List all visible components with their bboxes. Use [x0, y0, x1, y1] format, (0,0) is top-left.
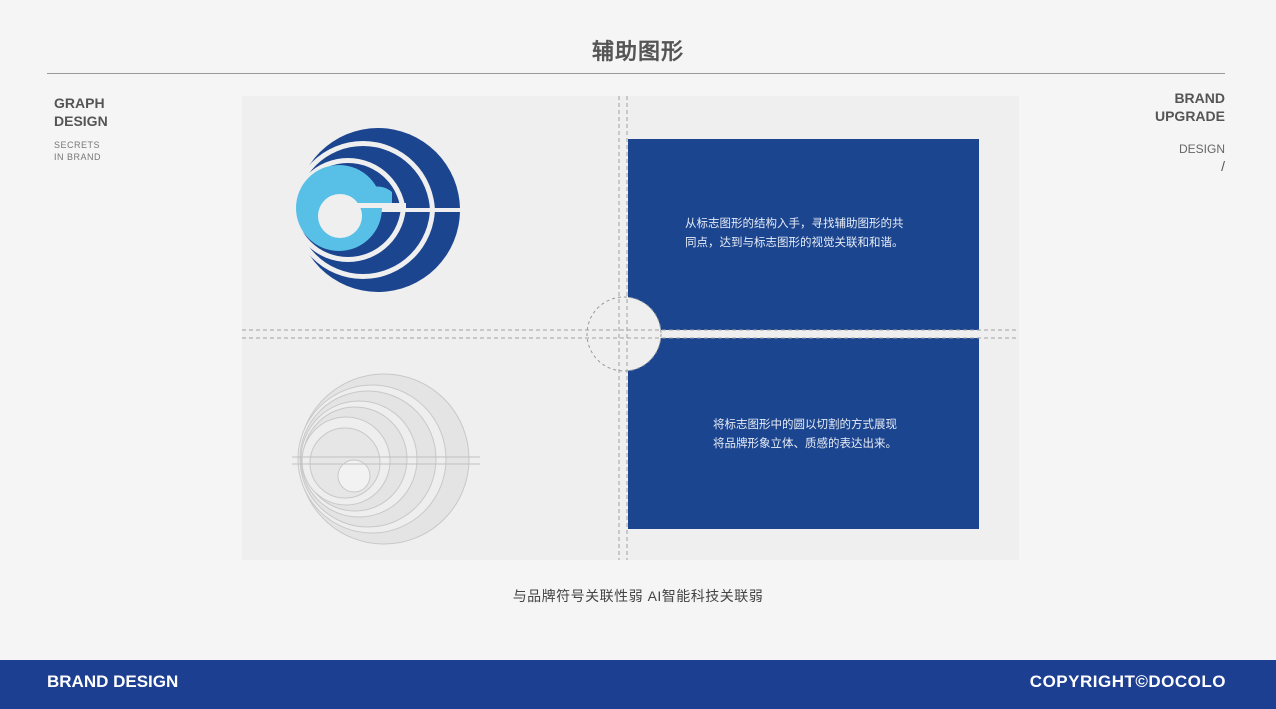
header-divider — [47, 73, 1225, 74]
brand-logo — [290, 128, 460, 292]
description-top: 从标志图形的结构入手，寻找辅助图形的共 同点，达到与标志图形的视觉关联和和谐。 — [685, 215, 945, 253]
description-bottom: 将标志图形中的圆以切割的方式展现 将品牌形象立体、质感的表达出来。 — [660, 416, 950, 454]
right-label-block: BRAND UPGRADE DESIGN / — [1155, 89, 1225, 174]
graphic-panel: 从标志图形的结构入手，寻找辅助图形的共 同点，达到与标志图形的视觉关联和和谐。 … — [242, 96, 1019, 560]
description-bottom-line2: 将品牌形象立体、质感的表达出来。 — [713, 438, 897, 450]
footer-bar: BRAND DESIGN COPYRIGHT©DOCOLO — [0, 660, 1276, 709]
left-label-block: GRAPH DESIGN SECRETS IN BRAND — [54, 94, 108, 163]
graphic-canvas — [242, 96, 1019, 560]
right-sub-label: DESIGN — [1178, 142, 1225, 156]
logo-construction-sketch — [292, 373, 480, 545]
left-sub-line1: SECRETS — [54, 140, 101, 150]
right-label-line2: UPGRADE — [1154, 108, 1225, 124]
right-label-line1: BRAND — [1174, 90, 1225, 106]
description-top-line2: 同点，达到与标志图形的视觉关联和和谐。 — [685, 237, 904, 249]
footer-copyright: COPYRIGHT©DOCOLO — [1029, 672, 1226, 691]
left-label-line1: GRAPH — [54, 95, 105, 111]
description-top-line1: 从标志图形的结构入手，寻找辅助图形的共 — [685, 218, 904, 230]
page-title: 辅助图形 — [591, 39, 684, 64]
right-slash: / — [1221, 158, 1225, 174]
caption-text: 与品牌符号关联性弱 AI智能科技关联弱 — [512, 588, 764, 604]
footer-left-label: BRAND DESIGN — [47, 672, 179, 691]
description-bottom-line1: 将标志图形中的圆以切割的方式展现 — [713, 419, 897, 431]
left-label-line2: DESIGN — [54, 113, 108, 129]
left-sub-line2: IN BRAND — [54, 152, 102, 162]
